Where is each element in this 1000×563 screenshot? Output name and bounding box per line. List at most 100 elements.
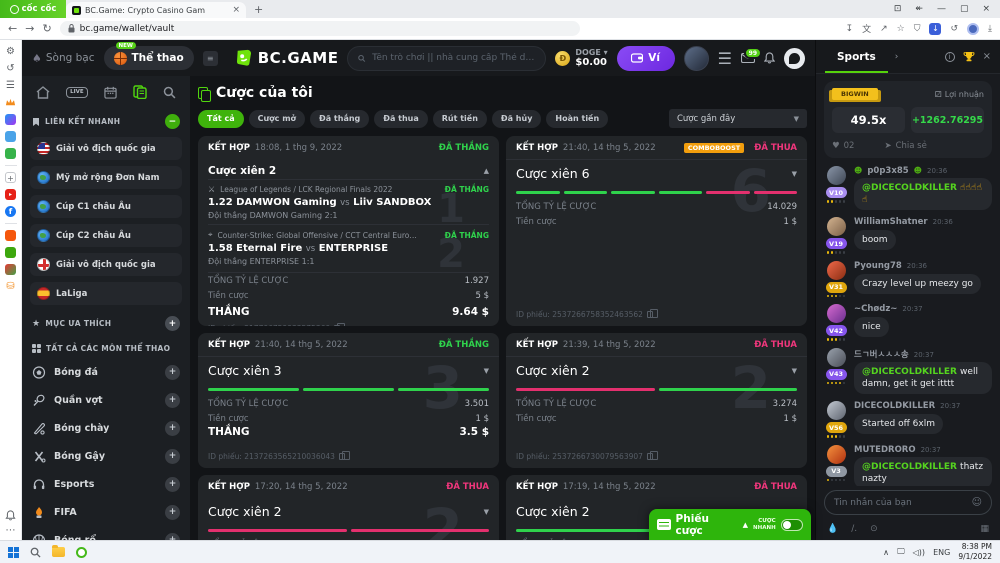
filter-refund[interactable]: Hoàn tiền (546, 110, 608, 128)
volume-icon[interactable]: ◁)) (913, 548, 925, 557)
filter-lost[interactable]: Đã thua (374, 110, 428, 128)
share-icon[interactable]: ↗ (880, 24, 888, 34)
filter-won[interactable]: Đã thắng (310, 110, 369, 128)
translate-icon[interactable]: 文 (862, 22, 871, 35)
green-app-icon[interactable] (5, 247, 16, 258)
crown-icon[interactable] (5, 97, 16, 108)
sort-dropdown[interactable]: Cược gần đây▼ (669, 109, 807, 128)
bet-list-icon[interactable]: ☰ (718, 49, 732, 68)
collapse-caret-icon[interactable]: ▲ (484, 167, 489, 175)
bcgame-logo[interactable]: BC.GAME (235, 49, 339, 67)
bet-card[interactable]: KẾT HỢP18:08, 1 thg 9, 2022ĐÃ THẮNG Cược… (198, 136, 499, 326)
commands-icon[interactable]: ∕. (851, 524, 857, 534)
sync-icon[interactable]: ↺ (950, 24, 958, 34)
emoji-icon[interactable]: ☺ (972, 497, 982, 508)
username[interactable]: ~Chødz~ (854, 304, 897, 314)
sports-switch[interactable]: NEW Thể thao (104, 46, 194, 70)
share-action[interactable]: ➤Chia sẻ (884, 141, 926, 151)
bird-app-icon[interactable] (5, 131, 16, 142)
browser-brand[interactable]: cốc cốc (0, 0, 66, 18)
expand-caret-icon[interactable]: ▼ (484, 508, 489, 516)
close-chat-icon[interactable]: × (983, 51, 991, 62)
sidebar-item-fifa[interactable]: FIFA+ (22, 498, 190, 526)
shop-app-icon[interactable] (5, 230, 16, 241)
username[interactable]: 드ㄱ버ㅅㅅㅅ송 (854, 348, 909, 360)
wallet-button[interactable]: Ví (617, 46, 675, 71)
panel-icon[interactable]: ↞ (915, 4, 923, 14)
quick-link-item[interactable]: Giải vô địch quốc gia (30, 253, 182, 276)
expand-caret-icon[interactable]: ▼ (484, 367, 489, 375)
chat-message-input[interactable]: Tin nhắn của bạn ☺ (824, 490, 992, 515)
trophy-icon[interactable] (963, 51, 975, 62)
coin-drop-icon[interactable]: ⊙ (870, 524, 878, 534)
filter-open[interactable]: Cược mở (249, 110, 305, 128)
messenger-icon[interactable] (5, 114, 16, 125)
sidebar-item-baseball[interactable]: Bóng chày+ (22, 414, 190, 442)
facebook-icon[interactable]: f (5, 206, 16, 217)
mail-icon[interactable]: 99 (741, 53, 755, 63)
sidebar-item-esports[interactable]: Esports+ (22, 470, 190, 498)
notifications-bell-icon[interactable] (764, 52, 775, 64)
youtube-icon[interactable]: ▸ (5, 189, 16, 200)
back-icon[interactable]: ← (8, 23, 17, 34)
add-shortcut-icon[interactable]: + (5, 172, 16, 183)
url-box[interactable]: bc.game/wallet/vault (60, 21, 580, 36)
chevron-right-icon[interactable]: › (895, 52, 899, 62)
info-icon[interactable]: i (945, 52, 955, 62)
rain-icon[interactable]: 💧 (827, 524, 838, 534)
games-icon[interactable] (5, 148, 16, 159)
close-button[interactable]: × (982, 4, 990, 14)
history-icon[interactable]: ↺ (5, 63, 16, 74)
sidebar-item-basketball[interactable]: Bóng rổ+ (22, 526, 190, 540)
quick-link-item[interactable]: Giải vô địch quốc gia (30, 137, 182, 160)
start-button[interactable] (8, 547, 19, 558)
avatar[interactable] (827, 401, 846, 420)
balance-selector[interactable]: Đ DOGE ▾ $0.00 (555, 48, 607, 69)
collapse-quick-links-button[interactable]: − (165, 114, 180, 129)
notification-bell-icon[interactable] (5, 510, 16, 521)
copy-icon[interactable] (647, 311, 653, 318)
my-bets-icon[interactable] (133, 85, 147, 99)
filter-all[interactable]: Tất cả (198, 110, 244, 128)
reading-list-icon[interactable]: ☰ (5, 80, 16, 91)
tray-chevron-icon[interactable]: ∧ (883, 548, 889, 557)
coccoc-taskbar-icon[interactable] (76, 547, 87, 558)
quick-link-item[interactable]: Mỹ mở rộng Đơn Nam (30, 166, 182, 189)
expand-plus-icon[interactable]: + (165, 393, 180, 408)
promo-app-icon[interactable] (5, 264, 16, 275)
tab-close-icon[interactable]: × (232, 5, 240, 15)
username[interactable]: DICECOLDKILLER (854, 401, 935, 411)
browser-profile-icon[interactable] (967, 23, 979, 35)
sidebar-item-cricket[interactable]: Bóng Gậy+ (22, 442, 190, 470)
avatar[interactable] (827, 261, 846, 280)
bet-card[interactable]: KẾT HỢP21:40, 14 thg 5, 2022COMBOBOOSTĐÃ… (506, 136, 807, 326)
username[interactable]: p0p3x85 (867, 166, 908, 176)
gif-keyboard-icon[interactable]: ▦ (980, 524, 989, 534)
bigwin-card[interactable]: BIGWIN ⚂Lợi nhuận 49.5x +1262.76295 ♥02 … (824, 81, 992, 158)
betslip-button[interactable]: Phiếu cược ▲ CƯỢCNHANH (649, 509, 811, 540)
sidebar-item-football[interactable]: Bóng đá+ (22, 358, 190, 386)
casino-switch[interactable]: ♠Sòng bạc (32, 52, 95, 65)
taskbar-clock[interactable]: 8:38 PM9/1/2022 (958, 542, 992, 562)
user-avatar[interactable] (684, 46, 709, 71)
username[interactable]: Pyoung78 (854, 261, 902, 271)
quick-link-item[interactable]: Cúp C2 châu Âu (30, 224, 182, 247)
copy-icon[interactable] (647, 453, 653, 460)
copy-icon[interactable] (334, 325, 340, 326)
quick-link-item[interactable]: Cúp C1 châu Âu (30, 195, 182, 218)
avatar[interactable] (827, 348, 846, 367)
save-icon[interactable]: ↧ (846, 24, 854, 34)
expand-caret-icon[interactable]: ▼ (792, 367, 797, 375)
game-search-input[interactable]: Tên trò chơi || nhà cung cấp Thẻ danh mụ… (347, 46, 546, 71)
cart-icon[interactable]: ⛁ (5, 281, 16, 292)
home-icon[interactable] (36, 86, 50, 99)
bookmark-star-icon[interactable]: ☆ (897, 24, 905, 34)
new-tab-button[interactable]: + (246, 0, 271, 18)
avatar[interactable] (827, 304, 846, 323)
language-indicator[interactable]: ENG (933, 548, 950, 557)
expand-plus-icon[interactable]: + (165, 477, 180, 492)
mode-toggle-icon[interactable]: ≡ (203, 51, 218, 66)
chat-messages[interactable]: BIGWIN ⚂Lợi nhuận 49.5x +1262.76295 ♥02 … (816, 74, 1000, 486)
username[interactable]: WilliamShatner (854, 217, 928, 227)
add-favorite-button[interactable]: + (165, 316, 180, 331)
